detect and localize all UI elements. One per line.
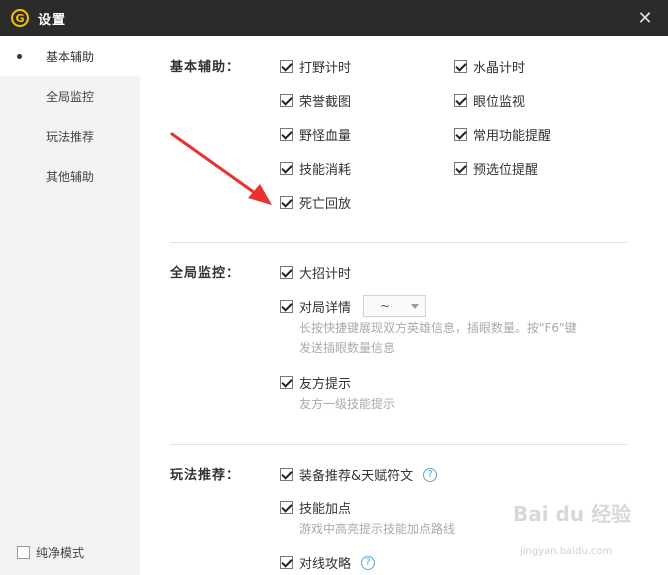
pure-mode-label: 纯净模式 [36,546,85,560]
option-crystal-timer[interactable]: 水晶计时 [454,57,525,76]
sidebar-item-global[interactable]: 全局监控 [0,76,140,116]
sidebar-item-other[interactable]: 其他辅助 [0,156,140,196]
chevron-down-icon [411,303,420,309]
close-icon[interactable]: ✕ [634,7,656,29]
match-details-hint-line1: 长按快捷键展现双方英雄信息，插眼数量。按"F6"键 [299,321,577,335]
checkbox[interactable] [280,376,293,389]
option-ult-timer[interactable]: 大招计时 [280,263,351,282]
option-pick-reminder[interactable]: 预选位提醒 [454,159,538,178]
checkbox[interactable] [280,94,293,107]
option-label: 预选位提醒 [473,163,539,178]
option-label: 水晶计时 [473,61,526,76]
checkbox[interactable] [280,196,293,209]
checkbox[interactable] [454,128,467,141]
checkbox[interactable] [280,60,293,73]
option-ally-tips[interactable]: 友方提示 [280,373,351,392]
section-divider [170,444,627,445]
title-bar: G 设置 ✕ [0,0,668,36]
sidebar-item-basic[interactable]: 基本辅助 [0,36,140,76]
option-label: 装备推荐&天赋符文 [299,469,414,484]
option-label: 荣誉截图 [299,95,352,110]
option-item-rune-recommend[interactable]: 装备推荐&天赋符文 ? [280,465,438,484]
sidebar-item-label: 玩法推荐 [46,129,95,144]
option-match-details[interactable]: 对局详情 ~ [280,295,427,317]
settings-main: 基本辅助： 打野计时 水晶计时 荣誉截图 眼位监视 野怪血量 常用功能提醒 技能… [140,36,668,575]
watermark-logo: Bai du 经验 [513,502,632,526]
help-icon[interactable]: ? [423,467,438,482]
select-value: ~ [380,299,391,313]
section-divider [170,242,627,243]
help-icon[interactable]: ? [361,555,376,570]
window-title: 设置 [38,12,67,28]
annotation-arrow-icon [170,132,272,205]
pure-mode-checkbox[interactable] [17,546,30,559]
option-skill-build[interactable]: 技能加点 [280,498,351,517]
option-label: 打野计时 [299,61,352,76]
checkbox[interactable] [454,60,467,73]
option-common-reminder[interactable]: 常用功能提醒 [454,125,551,144]
section-label-global: 全局监控： [170,266,241,281]
option-label: 技能加点 [299,502,352,517]
option-skill-cost[interactable]: 技能消耗 [280,159,351,178]
section-label-basic: 基本辅助： [170,60,241,75]
match-details-hint-line2: 发送插眼数量信息 [299,341,396,355]
hotkey-select[interactable]: ~ [363,295,427,317]
sidebar: 基本辅助 全局监控 玩法推荐 其他辅助 纯净模式 [0,36,140,575]
checkbox[interactable] [280,468,293,481]
checkbox[interactable] [280,501,293,514]
option-label: 技能消耗 [299,163,352,178]
checkbox[interactable] [454,94,467,107]
option-label: 野怪血量 [299,129,352,144]
watermark-url: jingyan.baidu.com [520,546,613,557]
sidebar-item-play[interactable]: 玩法推荐 [0,116,140,156]
skill-build-hint: 游戏中高亮提示技能加点路线 [299,522,456,536]
checkbox[interactable] [280,299,293,313]
section-label-play: 玩法推荐： [170,468,241,483]
option-label: 眼位监视 [473,95,526,110]
option-label: 大招计时 [299,267,352,282]
checkbox[interactable] [280,266,293,279]
option-monster-hp[interactable]: 野怪血量 [280,125,351,144]
option-label: 对局详情 [299,300,352,316]
pure-mode-toggle[interactable]: 纯净模式 [17,544,84,561]
option-label: 死亡回放 [299,197,352,212]
sidebar-item-label: 其他辅助 [46,169,95,184]
sidebar-item-label: 基本辅助 [46,49,95,64]
checkbox[interactable] [454,162,467,175]
app-logo-icon: G [11,9,29,27]
option-jungle-timer[interactable]: 打野计时 [280,57,351,76]
checkbox[interactable] [280,556,293,569]
checkbox[interactable] [280,128,293,141]
active-dot-icon [17,54,22,59]
option-honor-screenshot[interactable]: 荣誉截图 [280,91,351,110]
option-label: 常用功能提醒 [473,129,552,144]
option-death-replay[interactable]: 死亡回放 [280,193,351,212]
ally-tips-hint: 友方一级技能提示 [299,397,396,411]
option-ward-monitor[interactable]: 眼位监视 [454,91,525,110]
option-label: 友方提示 [299,377,352,392]
checkbox[interactable] [280,162,293,175]
option-lane-guide[interactable]: 对线攻略 ? [280,553,376,572]
option-label: 对线攻略 [299,557,352,572]
settings-window: G 设置 ✕ 基本辅助 全局监控 玩法推荐 其他辅助 纯净模式 基本辅助： 打野… [0,0,668,575]
sidebar-item-label: 全局监控 [46,89,95,104]
